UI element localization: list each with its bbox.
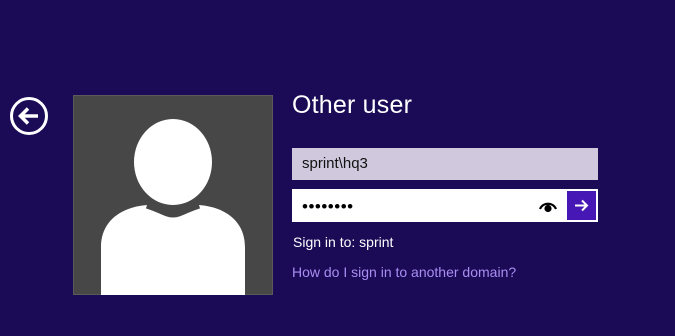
help-link[interactable]: How do I sign in to another domain? [292, 264, 516, 280]
user-silhouette-icon [101, 119, 245, 295]
eye-icon [538, 202, 558, 213]
password-field[interactable]: •••••••• [302, 191, 354, 220]
reveal-password-button[interactable] [538, 198, 558, 214]
sign-in-domain-label: Sign in to: sprint [293, 234, 394, 250]
back-arrow-circle-icon [10, 97, 48, 135]
arrow-right-icon [575, 199, 589, 212]
page-title: Other user [292, 91, 413, 119]
submit-button[interactable] [567, 191, 596, 220]
back-button[interactable] [9, 96, 49, 136]
password-field-container[interactable]: •••••••• [292, 189, 598, 222]
username-field[interactable]: sprint\hq3 [292, 148, 598, 180]
avatar [73, 95, 273, 295]
